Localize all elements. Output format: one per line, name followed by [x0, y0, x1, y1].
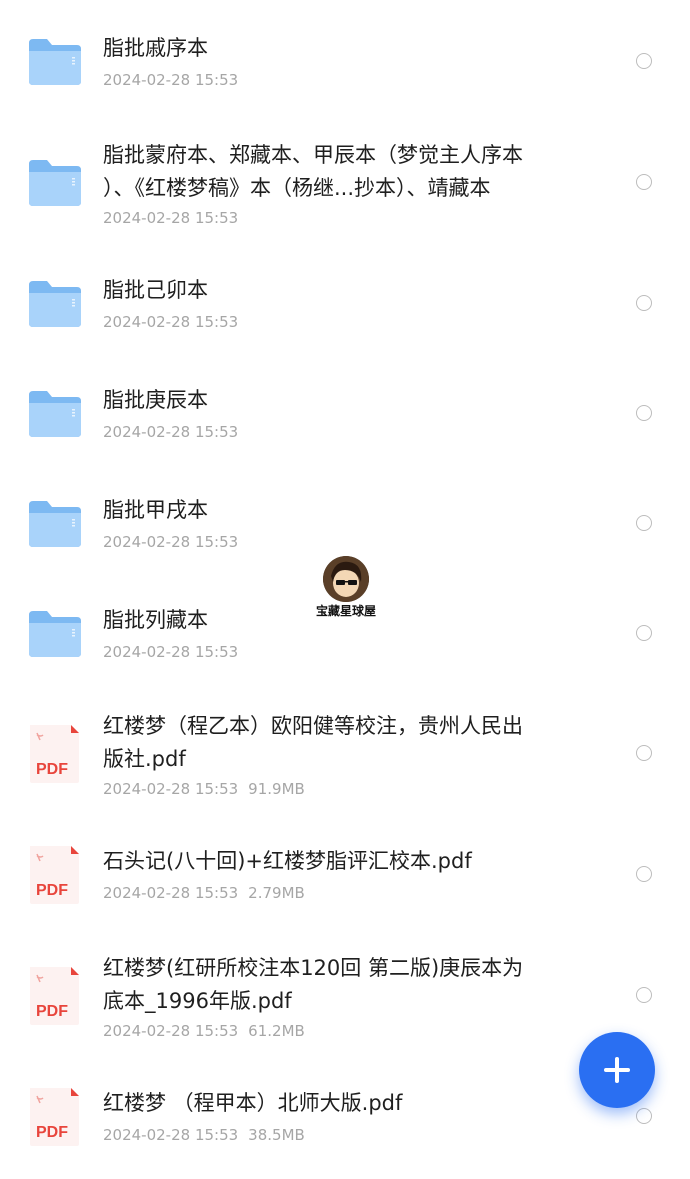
file-name: 红楼梦(红研所校注本120回 第二版)庚辰本为 底本_1996年版.pdf: [103, 956, 524, 1013]
select-radio[interactable]: [636, 174, 652, 190]
select-radio[interactable]: [636, 53, 652, 69]
file-size: 38.5MB: [248, 1126, 305, 1144]
select-radio[interactable]: [636, 745, 652, 761]
add-button[interactable]: [579, 1032, 655, 1108]
file-name: 脂批甲戌本: [103, 498, 208, 522]
watermark: 宝藏星球屋: [306, 556, 386, 622]
file-date: 2024-02-28 15:53: [103, 1126, 239, 1144]
svg-text:PDF: PDF: [36, 1124, 68, 1141]
pdf-file-icon: PDF: [27, 965, 83, 1025]
file-date: 2024-02-28 15:53: [103, 209, 239, 227]
file-name: 脂批戚序本: [103, 36, 208, 60]
watermark-text: 宝藏星球屋: [315, 604, 376, 618]
file-size: 2.79MB: [248, 884, 305, 902]
select-radio[interactable]: [636, 987, 652, 1003]
pdf-file-icon: PDF: [27, 723, 83, 783]
file-date: 2024-02-28 15:53: [103, 313, 239, 331]
svg-text:PDF: PDF: [36, 1003, 68, 1020]
folder-icon: [27, 609, 83, 659]
folder-icon: [27, 499, 83, 549]
file-size: 91.9MB: [248, 780, 305, 798]
select-radio[interactable]: [636, 295, 652, 311]
select-radio[interactable]: [636, 405, 652, 421]
plus-icon: [604, 1057, 630, 1083]
file-date: 2024-02-28 15:53: [103, 780, 239, 798]
folder-icon: [27, 158, 83, 208]
file-name: 石头记(八十回)+红楼梦脂评汇校本.pdf: [103, 849, 472, 873]
folder-icon: [27, 279, 83, 329]
pdf-file-icon: PDF: [27, 1086, 83, 1146]
file-date: 2024-02-28 15:53: [103, 71, 239, 89]
file-date: 2024-02-28 15:53: [103, 884, 239, 902]
file-date: 2024-02-28 15:53: [103, 533, 239, 551]
file-date: 2024-02-28 15:53: [103, 423, 239, 441]
select-radio[interactable]: [636, 866, 652, 882]
avatar: [323, 556, 369, 602]
file-name: 红楼梦（程乙本）欧阳健等校注，贵州人民出 版社.pdf: [103, 714, 523, 771]
folder-icon: [27, 389, 83, 439]
file-name: 脂批己卯本: [103, 278, 208, 302]
folder-icon: [27, 37, 83, 87]
svg-text:PDF: PDF: [36, 882, 68, 899]
select-radio[interactable]: [636, 625, 652, 641]
file-name: 红楼梦 （程甲本）北师大版.pdf: [103, 1091, 403, 1115]
file-name: 脂批蒙府本、郑藏本、甲辰本（梦觉主人序本 ）、《红楼梦稿》本（杨继...抄本）、…: [103, 143, 523, 200]
file-date: 2024-02-28 15:53: [103, 643, 239, 661]
file-date: 2024-02-28 15:53: [103, 1022, 239, 1040]
file-name: 脂批庚辰本: [103, 388, 208, 412]
select-radio[interactable]: [636, 515, 652, 531]
file-size: 61.2MB: [248, 1022, 305, 1040]
svg-text:PDF: PDF: [36, 761, 68, 778]
select-radio[interactable]: [636, 1108, 652, 1124]
pdf-file-icon: PDF: [27, 844, 83, 904]
